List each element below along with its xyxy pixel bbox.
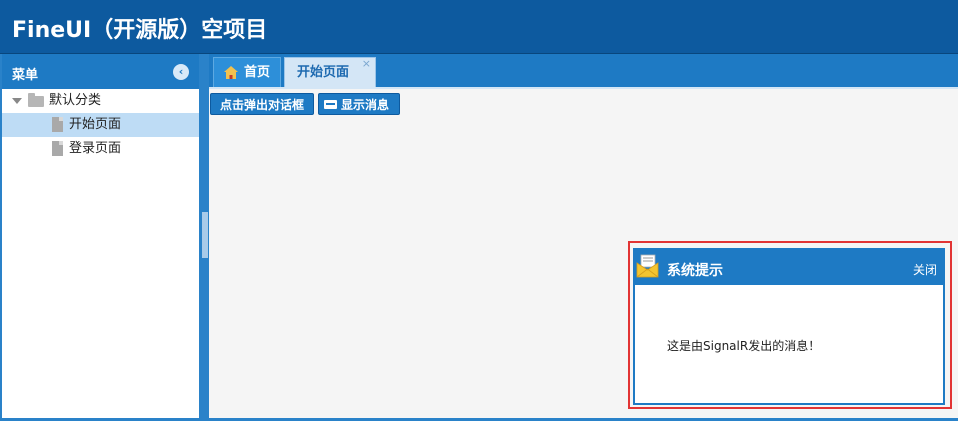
notification-header: 系统提示 关闭 — [635, 250, 943, 285]
chevron-left-circle-icon[interactable]: ‹ — [173, 64, 189, 80]
tree-item-label: 登录页面 — [69, 141, 122, 156]
notification-message: 这是由SignalR发出的消息！ — [667, 339, 821, 353]
show-message-button[interactable]: 显示消息 — [318, 93, 400, 115]
tree-item-login-page[interactable]: 登录页面 — [2, 137, 199, 161]
tab-start-label: 开始页面 — [297, 65, 350, 80]
tab-home-label: 首页 — [244, 65, 271, 80]
folder-icon — [28, 93, 44, 107]
tree-item-start-page[interactable]: 开始页面 — [2, 113, 199, 137]
sidebar-header: 菜单 ‹ — [2, 54, 199, 89]
close-icon[interactable]: × — [362, 49, 371, 79]
region-splitter[interactable] — [201, 54, 209, 418]
tab-start-page[interactable]: 开始页面 × — [284, 57, 376, 87]
tree-item-label: 开始页面 — [69, 117, 122, 132]
envelope-icon — [636, 254, 659, 278]
notification-close-link[interactable]: 关闭 — [913, 261, 937, 278]
app-title: FineUI（开源版）空项目 — [12, 18, 268, 43]
tab-home[interactable]: 首页 — [213, 57, 281, 87]
tree-folder[interactable]: 默认分类 — [2, 89, 199, 113]
tree-folder-label: 默认分类 — [49, 93, 102, 108]
page-icon — [52, 141, 63, 156]
home-icon — [224, 66, 238, 79]
sidebar: 菜单 ‹ 默认分类 开始页面 登录页面 — [0, 54, 201, 418]
app-header: FineUI（开源版）空项目 — [0, 0, 958, 54]
message-icon — [324, 100, 337, 109]
tab-bar: 首页 开始页面 × — [209, 54, 958, 87]
triangle-down-icon[interactable] — [12, 98, 22, 104]
splitter-grip[interactable] — [202, 212, 208, 258]
notification-title: 系统提示 — [667, 263, 723, 279]
page-icon — [52, 117, 63, 132]
notification-window: 系统提示 关闭 这是由SignalR发出的消息！ — [633, 248, 945, 405]
sidebar-title: 菜单 — [12, 68, 39, 83]
show-message-label: 显示消息 — [341, 98, 390, 112]
open-dialog-button[interactable]: 点击弹出对话框 — [210, 93, 314, 115]
